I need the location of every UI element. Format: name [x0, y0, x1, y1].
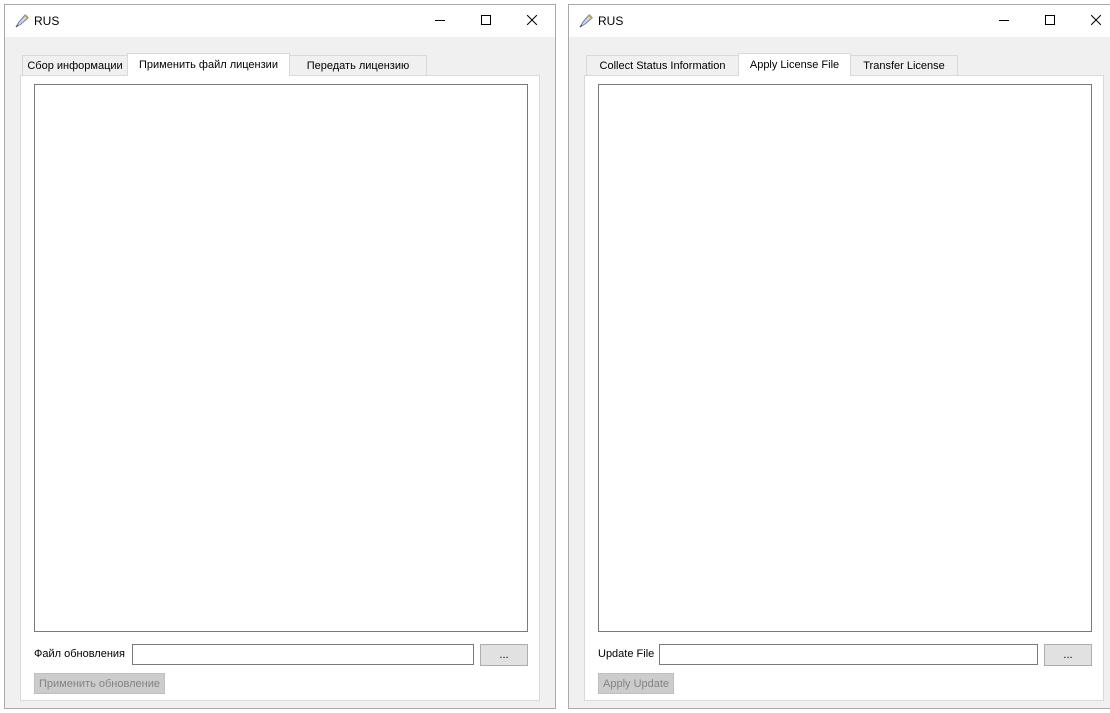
minimize-icon [999, 15, 1009, 28]
title-bar[interactable]: RUS [569, 5, 1110, 37]
tab-apply-license-file[interactable]: Применить файл лицензии [127, 53, 290, 76]
output-textarea[interactable] [34, 84, 528, 632]
tab-panel: Файл обновления ... Применить обновление [20, 75, 540, 701]
pen-nib-icon [14, 13, 30, 29]
tab-apply-license-file[interactable]: Apply License File [738, 53, 851, 76]
minimize-button[interactable] [981, 5, 1027, 37]
close-button[interactable] [1073, 5, 1110, 37]
apply-update-button[interactable]: Apply Update [598, 673, 675, 694]
close-icon [1090, 14, 1102, 28]
minimize-button[interactable] [417, 5, 463, 37]
apply-update-button[interactable]: Применить обновление [34, 673, 165, 694]
tab-collect-status-information[interactable]: Collect Status Information [586, 55, 739, 75]
window-title: RUS [34, 14, 60, 28]
output-textarea[interactable] [598, 84, 1092, 632]
close-button[interactable] [509, 5, 555, 37]
browse-button[interactable]: ... [480, 644, 528, 666]
update-file-label: Файл обновления [34, 648, 126, 660]
window-title: RUS [598, 14, 624, 28]
maximize-button[interactable] [1027, 5, 1073, 37]
rus-window-ru: RUS Сбор информации Применить файл лицен… [4, 4, 556, 709]
update-file-input[interactable] [659, 644, 1038, 665]
tab-panel: Update File ... Apply Update [584, 75, 1104, 701]
update-file-input[interactable] [132, 644, 474, 665]
tab-collect-info[interactable]: Сбор информации [22, 55, 128, 75]
maximize-button[interactable] [463, 5, 509, 37]
close-icon [526, 14, 538, 28]
browse-button[interactable]: ... [1044, 644, 1092, 666]
maximize-icon [1045, 14, 1055, 28]
rus-window-en: RUS Collect Status Information Apply Lic… [568, 4, 1110, 709]
update-file-label: Update File [598, 648, 655, 660]
pen-nib-icon [578, 13, 594, 29]
tab-transfer-license[interactable]: Передать лицензию [289, 55, 427, 75]
title-bar[interactable]: RUS [5, 5, 555, 37]
tab-transfer-license[interactable]: Transfer License [850, 55, 958, 75]
maximize-icon [481, 14, 491, 28]
minimize-icon [435, 15, 445, 28]
